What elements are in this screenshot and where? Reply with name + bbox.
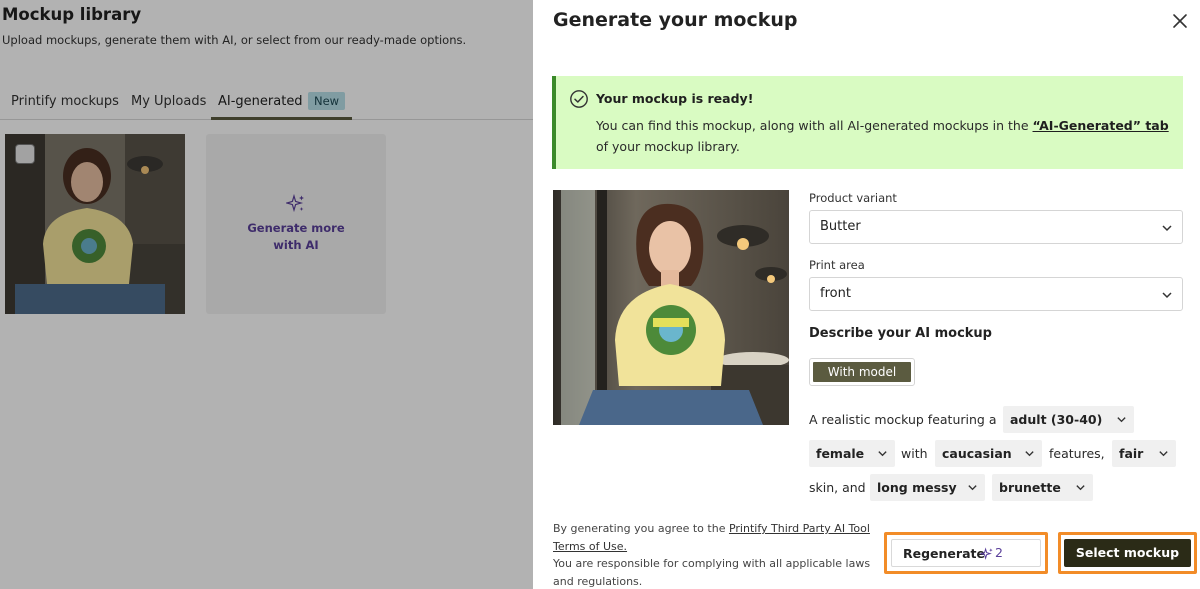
- drawer-title: Generate your mockup: [553, 9, 798, 31]
- close-icon: [1173, 14, 1187, 28]
- age-select[interactable]: adult (30-40): [1003, 406, 1134, 433]
- legal-notice: By generating you agree to the Printify …: [553, 520, 883, 589]
- alert-body: You can find this mockup, along with all…: [596, 116, 1176, 157]
- legal-text-2: You are responsible for complying with a…: [553, 557, 871, 588]
- check-circle-icon: [570, 90, 588, 108]
- regenerate-label: Regenerate: [903, 546, 985, 561]
- mockup-preview-illustration: [553, 190, 789, 425]
- ethnicity-select[interactable]: caucasian: [935, 440, 1042, 467]
- regenerate-credits: 2: [995, 545, 1003, 560]
- skin-tone-value: fair: [1119, 446, 1144, 461]
- close-button[interactable]: [1169, 10, 1191, 32]
- modal-backdrop[interactable]: [0, 0, 533, 589]
- chevron-down-icon: [1025, 451, 1034, 457]
- select-mockup-button[interactable]: Select mockup: [1064, 539, 1191, 567]
- skin-tone-select[interactable]: fair: [1112, 440, 1176, 467]
- chevron-down-icon: [1117, 417, 1126, 423]
- hair-color-value: brunette: [999, 480, 1061, 495]
- sentence-text-2: with: [901, 446, 928, 461]
- alert-body-text: You can find this mockup, along with all…: [596, 118, 1033, 133]
- chevron-down-icon: [1162, 292, 1172, 299]
- hair-style-value: long messy: [877, 480, 957, 495]
- print-area-label: Print area: [809, 258, 865, 272]
- with-model-chip[interactable]: With model: [813, 362, 911, 382]
- legal-text: By generating you agree to the: [553, 522, 729, 535]
- sentence-text-4: skin, and: [809, 480, 866, 495]
- alert-body-text-end: of your mockup library.: [596, 138, 740, 154]
- describe-mockup-label: Describe your AI mockup: [809, 326, 992, 341]
- chevron-down-icon: [1076, 485, 1085, 491]
- chevron-down-icon: [878, 451, 887, 457]
- ethnicity-value: caucasian: [942, 446, 1012, 461]
- hair-style-select[interactable]: long messy: [870, 474, 985, 501]
- mode-selector: With model: [809, 358, 915, 386]
- ai-generated-tab-link[interactable]: “AI-Generated” tab: [1033, 118, 1169, 133]
- sentence-text-3: features,: [1049, 446, 1105, 461]
- mockup-preview-image: [553, 190, 789, 425]
- generate-mockup-drawer: Generate your mockup Your mockup is read…: [533, 0, 1200, 589]
- chevron-down-icon: [1162, 225, 1172, 232]
- alert-title: Your mockup is ready!: [596, 91, 754, 106]
- age-value: adult (30-40): [1010, 412, 1103, 427]
- print-area-value: front: [820, 286, 851, 301]
- gender-value: female: [816, 446, 865, 461]
- print-area-select[interactable]: front: [809, 277, 1183, 311]
- sentence-text-1: A realistic mockup featuring a: [809, 412, 997, 427]
- product-variant-select[interactable]: Butter: [809, 210, 1183, 244]
- hair-color-select[interactable]: brunette: [992, 474, 1093, 501]
- product-variant-label: Product variant: [809, 191, 897, 205]
- regenerate-button[interactable]: Regenerate 2: [891, 539, 1041, 567]
- sparkle-icon: [980, 547, 993, 560]
- gender-select[interactable]: female: [809, 440, 895, 467]
- chevron-down-icon: [1159, 451, 1168, 457]
- product-variant-value: Butter: [820, 219, 861, 234]
- success-alert: Your mockup is ready! You can find this …: [552, 76, 1183, 169]
- chevron-down-icon: [968, 485, 977, 491]
